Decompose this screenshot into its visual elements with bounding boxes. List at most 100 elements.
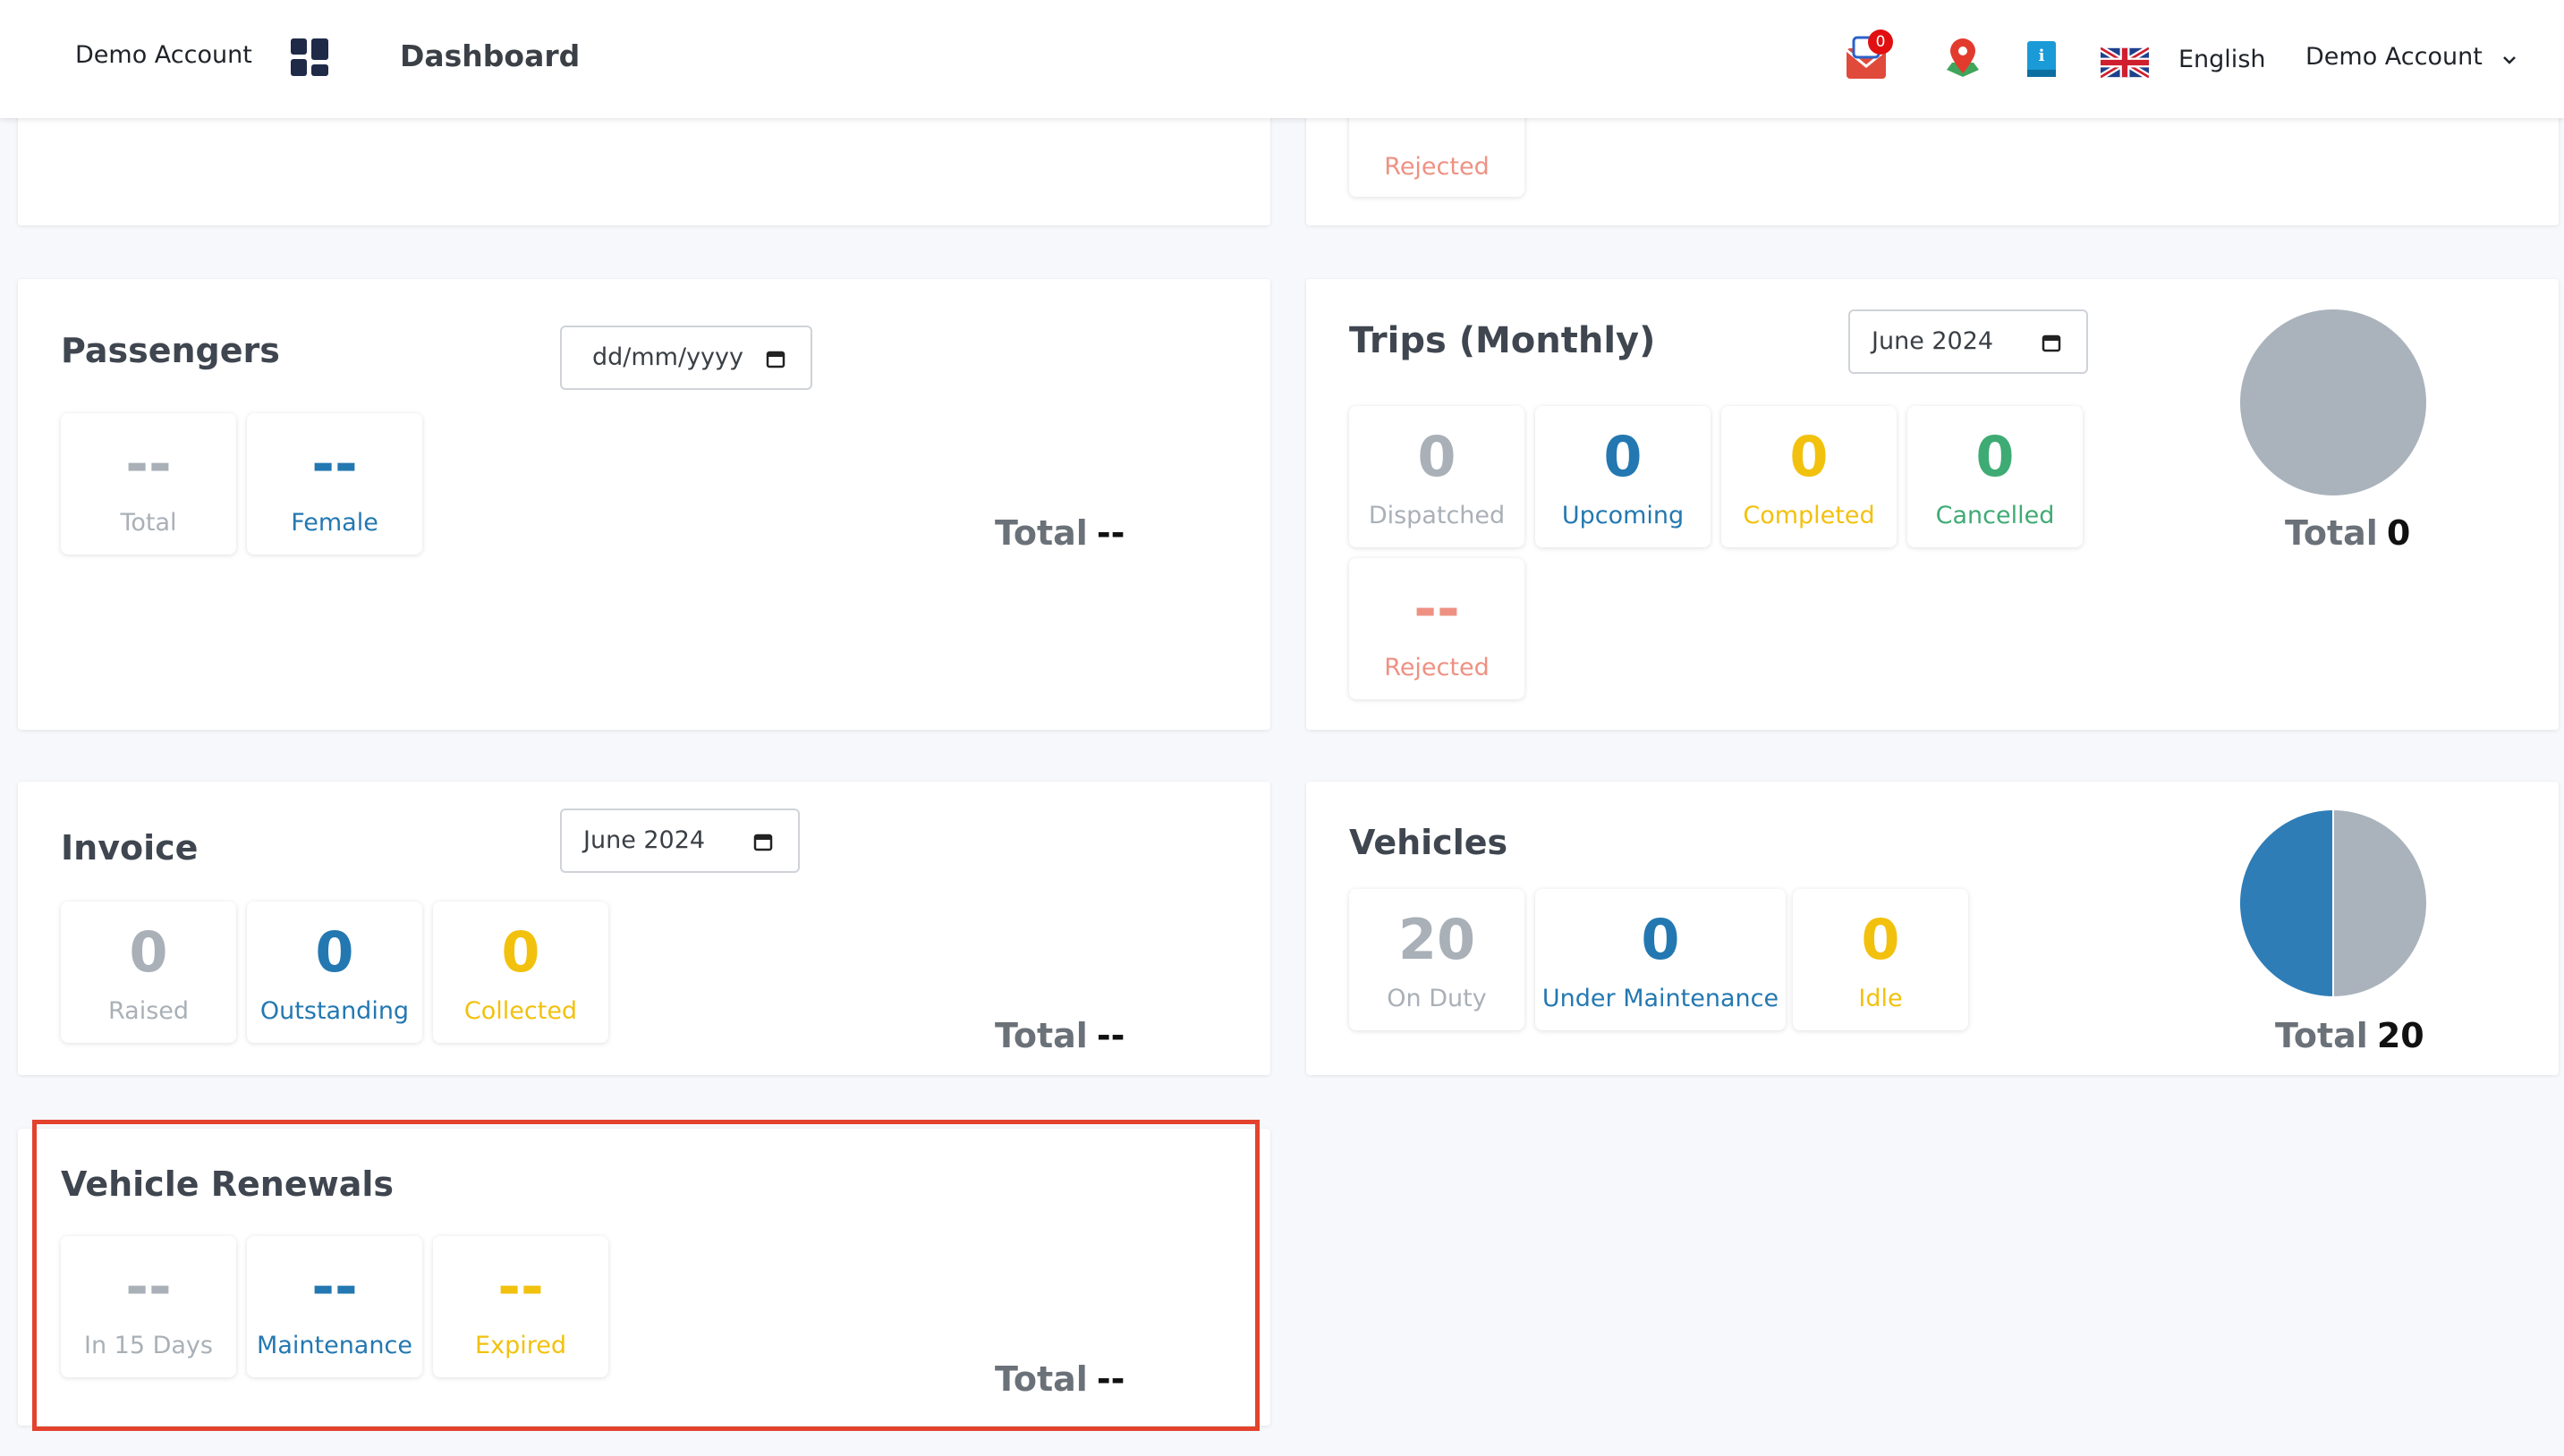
info-book-icon[interactable]: i [2025,39,2058,79]
renewals-title: Vehicle Renewals [61,1164,394,1204]
passengers-card: Passengers dd/mm/yyyy -- Total -- Female… [18,279,1270,730]
stat-value: -- [125,431,172,496]
stat-value: 0 [501,919,540,985]
month-value: June 2024 [583,826,706,854]
total-value: -- [1096,513,1125,553]
map-pin-icon[interactable] [1943,38,1982,80]
stat-collected[interactable]: 0 Collected [433,902,608,1043]
stat-female[interactable]: -- Female [247,413,422,554]
notification-badge: 0 [1875,33,1886,51]
stat-value: 20 [1397,907,1476,972]
passengers-total: Total -- [995,513,1125,553]
trips-title: Trips (Monthly) [1349,320,1656,361]
stat-label: Rejected [1384,654,1490,681]
stat-label: Outstanding [259,997,410,1025]
stat-value: 0 [1975,424,2015,489]
stat-in-15-days[interactable]: -- In 15 Days [61,1236,236,1377]
dashboard-grid-icon[interactable] [291,38,328,76]
stat-value: 0 [315,919,354,985]
vehicles-total: Total 20 [2275,1016,2424,1055]
total-value: 20 [2376,1016,2424,1055]
total-label: Total [995,1359,1088,1399]
total-value: -- [1096,1359,1125,1399]
stat-label: Maintenance [257,1332,412,1359]
stat-label: Total [120,509,177,537]
invoice-title: Invoice [61,828,199,868]
stat-raised[interactable]: 0 Raised [61,902,236,1043]
mail-icon[interactable]: 0 [1845,29,1900,82]
stat-value: -- [125,1254,172,1319]
passengers-date-input[interactable]: dd/mm/yyyy [560,326,812,390]
vehicles-card: Vehicles 20 On Duty 0 Under Maintenance … [1306,782,2559,1075]
stat-cancelled[interactable]: 0 Cancelled [1907,406,2083,547]
vehicles-title: Vehicles [1349,823,1508,862]
stat-completed[interactable]: 0 Completed [1721,406,1897,547]
stat-value: 0 [1861,907,1900,972]
stat-label: Under Maintenance [1541,985,1779,1012]
total-value: -- [1096,1016,1125,1055]
calendar-icon[interactable] [766,347,785,375]
stat-maintenance[interactable]: -- Maintenance [247,1236,422,1377]
stat-expired[interactable]: -- Expired [433,1236,608,1377]
page-title: Dashboard [400,38,581,73]
renewals-total: Total -- [995,1359,1125,1399]
total-label: Total [2285,513,2378,553]
stat-on-duty[interactable]: 20 On Duty [1349,889,1524,1030]
stat-value: -- [1414,576,1460,641]
stat-label: Expired [475,1332,566,1359]
account-name[interactable]: Demo Account [75,41,252,69]
stat-label: Upcoming [1561,502,1685,529]
trips-total: Total 0 [2285,513,2410,553]
pie-slice-other [2240,810,2333,996]
trips-pie-chart [2238,308,2428,497]
total-value: 0 [2386,513,2411,553]
stat-total[interactable]: -- Total [61,413,236,554]
stat-value: 0 [129,919,168,985]
date-placeholder: dd/mm/yyyy [592,343,743,371]
stat-value: -- [497,1254,544,1319]
language-selector[interactable]: English [2178,46,2266,73]
uk-flag-icon[interactable] [2099,45,2151,80]
trips-month-input[interactable]: June 2024 [1848,309,2088,374]
stat-value: -- [311,1254,358,1319]
stat-value: -- [311,431,358,496]
user-menu[interactable]: Demo Account [2305,43,2517,72]
stat-upcoming[interactable]: 0 Upcoming [1535,406,1711,547]
stat-idle[interactable]: 0 Idle [1793,889,1968,1030]
stat-outstanding[interactable]: 0 Outstanding [247,902,422,1043]
stat-label: Completed [1743,502,1875,529]
stat-label: Female [291,509,378,537]
stat-label: Idle [1858,985,1903,1012]
invoice-month-input[interactable]: June 2024 [560,808,800,873]
svg-text:i: i [2039,47,2045,65]
stat-label: Raised [107,997,190,1025]
passengers-title: Passengers [61,331,280,370]
trips-card: Trips (Monthly) June 2024 0 Dispatched 0… [1306,279,2559,730]
pie-slice-empty [2240,309,2426,495]
vehicle-renewals-card: Vehicle Renewals -- In 15 Days -- Mainte… [18,1129,1270,1426]
stat-label: Rejected [1384,153,1490,181]
stat-label: In 15 Days [84,1332,213,1359]
stat-label: Cancelled [1935,502,2055,529]
total-label: Total [995,513,1088,553]
calendar-icon[interactable] [753,830,773,858]
stat-dispatched[interactable]: 0 Dispatched [1349,406,1524,547]
total-label: Total [2275,1016,2368,1055]
stat-under-maintenance[interactable]: 0 Under Maintenance [1535,889,1786,1030]
top-navbar: Demo Account Dashboard 0 i English Demo … [0,0,2564,118]
stat-label: On Duty [1387,985,1487,1012]
vehicles-pie-chart [2238,808,2428,998]
pie-slice-on-duty [2333,810,2426,996]
stat-value: 0 [1789,424,1829,489]
stat-rejected[interactable]: -- Rejected [1349,558,1524,699]
stat-value: 0 [1603,424,1643,489]
invoice-total: Total -- [995,1016,1125,1055]
stat-label: Collected [463,997,578,1025]
chevron-down-icon [2502,44,2517,72]
invoice-card: Invoice June 2024 0 Raised 0 Outstanding… [18,782,1270,1075]
stat-value: 0 [1417,424,1456,489]
stat-value: 0 [1641,907,1680,972]
month-value: June 2024 [1872,327,1994,355]
calendar-icon[interactable] [2042,331,2061,359]
stat-label: Dispatched [1368,502,1506,529]
